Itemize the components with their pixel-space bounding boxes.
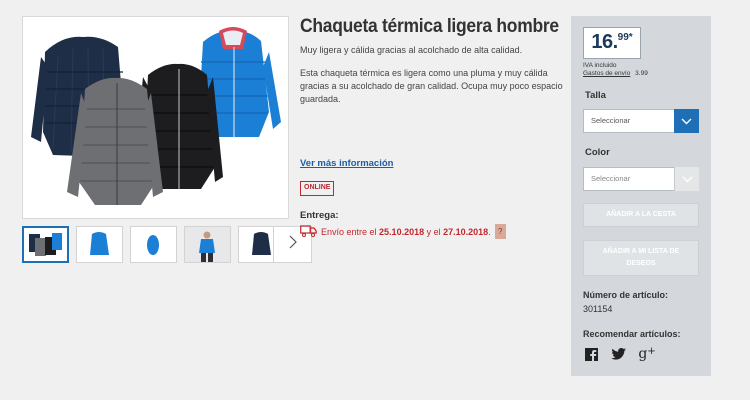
add-to-cart-button[interactable]: AÑADIR A LA CESTA	[583, 203, 699, 227]
size-select[interactable]: Seleccionar	[583, 109, 699, 133]
article-number-label: Número de artículo:	[583, 290, 669, 300]
color-label: Color	[585, 147, 610, 158]
thumbnail-strip	[22, 226, 312, 264]
online-badge: ONLINE	[300, 181, 335, 196]
chevron-down-icon[interactable]	[674, 109, 699, 133]
vat-note: IVA incluido	[583, 62, 617, 69]
chevron-down-icon[interactable]	[674, 167, 699, 191]
delivery-help-button[interactable]: ?	[494, 224, 506, 239]
size-select-value: Seleccionar	[591, 116, 631, 125]
product-subtitle: Muy ligera y cálida gracias al acolchado…	[300, 45, 523, 55]
thumbnail-four-jackets[interactable]	[22, 226, 69, 263]
page-title: Chaqueta térmica ligera hombre	[300, 16, 559, 37]
recommend-label: Recomendar artículos:	[583, 329, 681, 339]
size-label: Talla	[585, 90, 606, 101]
shipping-link[interactable]: Gastos de envío	[583, 70, 630, 77]
delivery-info: Envío entre el 25.10.2018 y el 27.10.201…	[300, 224, 506, 239]
delivery-label: Entrega:	[300, 210, 339, 221]
truck-icon	[300, 224, 317, 239]
facebook-icon[interactable]	[584, 346, 598, 362]
main-product-image[interactable]	[22, 16, 289, 219]
price-decimal: 99*	[617, 32, 633, 43]
thumbnail-model-blue-jacket[interactable]	[184, 226, 231, 263]
delivery-dates: Envío entre el 25.10.2018 y el 27.10.201…	[321, 226, 491, 237]
article-number: 301154	[583, 304, 613, 314]
thumbnail-blue-jacket-pouch[interactable]	[130, 226, 177, 263]
more-info-link[interactable]: Ver más información	[300, 158, 393, 169]
color-select-value: Seleccionar	[591, 174, 631, 183]
shipping-info: Gastos de envío 3.99	[583, 70, 648, 77]
price-box: 16.99*	[583, 27, 641, 59]
color-select[interactable]: Seleccionar	[583, 167, 699, 191]
purchase-panel: 16.99* IVA incluido Gastos de envío 3.99…	[571, 16, 711, 376]
add-to-wishlist-button[interactable]: AÑADIR A MI LISTA DE DESEOS	[583, 240, 699, 276]
chevron-right-icon	[289, 235, 297, 254]
product-description: Esta chaqueta térmica es ligera como una…	[300, 68, 563, 104]
price-integer: 16.	[591, 31, 618, 53]
thumbnail-blue-jacket-front[interactable]	[76, 226, 123, 263]
google-plus-icon[interactable]: g +	[638, 346, 656, 363]
twitter-icon[interactable]	[610, 346, 626, 362]
shipping-cost: 3.99	[635, 70, 648, 77]
